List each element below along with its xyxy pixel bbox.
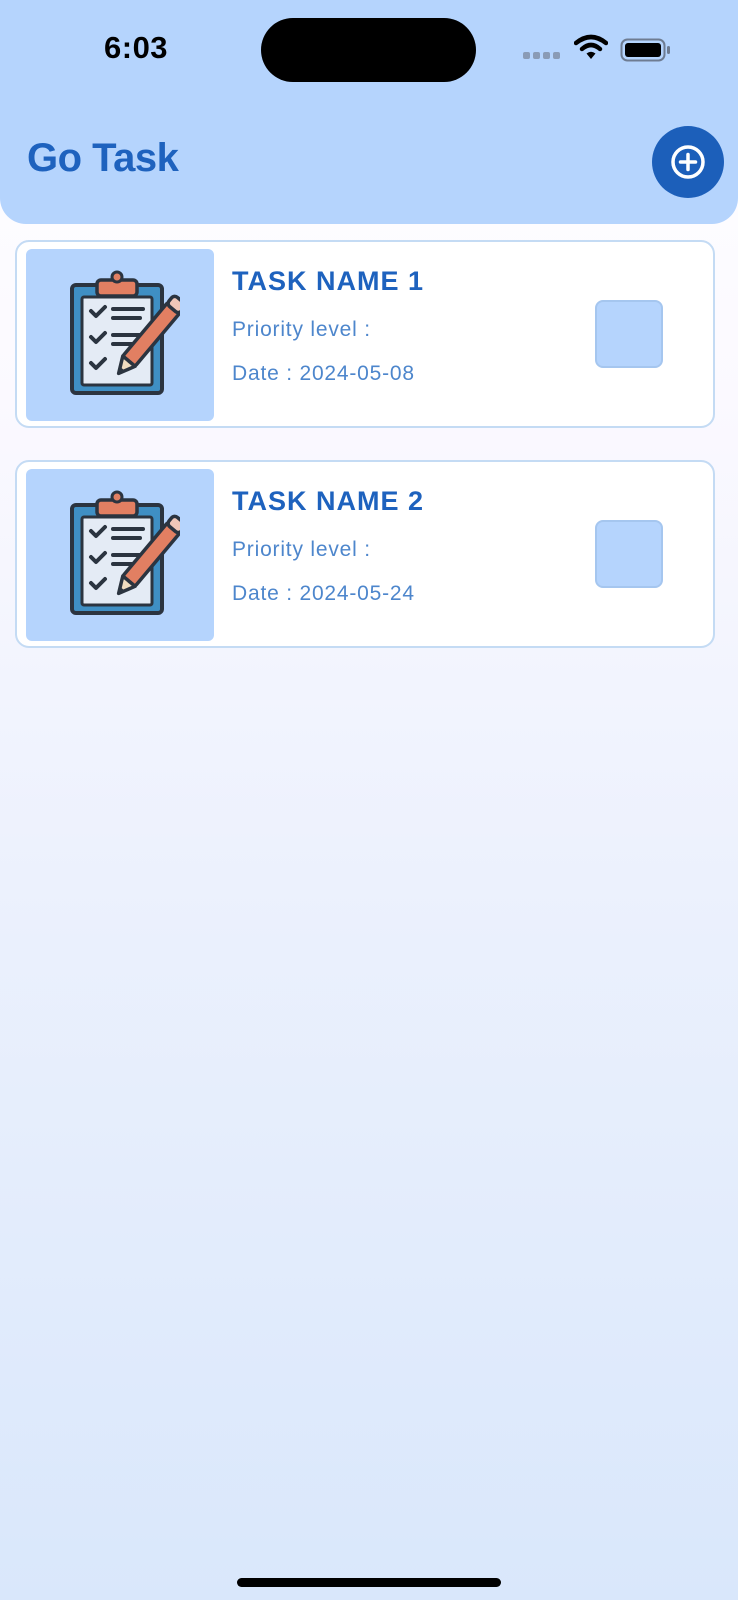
battery-icon bbox=[620, 38, 670, 62]
signal-icon bbox=[523, 52, 563, 60]
clipboard-checklist-icon bbox=[70, 490, 180, 615]
task-name: TASK NAME 1 bbox=[232, 266, 425, 296]
page-title: Go Task bbox=[27, 136, 179, 180]
task-thumbnail bbox=[26, 469, 214, 641]
status-bar: 6:03 bbox=[0, 0, 738, 100]
dynamic-island bbox=[261, 18, 476, 82]
wifi-icon bbox=[574, 34, 608, 59]
task-name: TASK NAME 2 bbox=[232, 486, 425, 516]
task-card[interactable]: TASK NAME 1 Priority level : Date : 2024… bbox=[15, 240, 715, 428]
task-priority: Priority level : bbox=[232, 318, 371, 341]
status-time: 6:03 bbox=[104, 30, 169, 65]
task-checkbox[interactable] bbox=[595, 520, 663, 588]
task-priority: Priority level : bbox=[232, 538, 371, 561]
task-list: TASK NAME 1 Priority level : Date : 2024… bbox=[15, 240, 715, 680]
task-date: Date : 2024-05-24 bbox=[232, 582, 415, 605]
home-indicator bbox=[237, 1578, 501, 1587]
task-checkbox[interactable] bbox=[595, 300, 663, 368]
task-card[interactable]: TASK NAME 2 Priority level : Date : 2024… bbox=[15, 460, 715, 648]
clipboard-checklist-icon bbox=[70, 270, 180, 395]
plus-circle-icon bbox=[671, 145, 705, 179]
task-thumbnail bbox=[26, 249, 214, 421]
add-task-button[interactable] bbox=[652, 126, 724, 198]
task-date: Date : 2024-05-08 bbox=[232, 362, 415, 385]
